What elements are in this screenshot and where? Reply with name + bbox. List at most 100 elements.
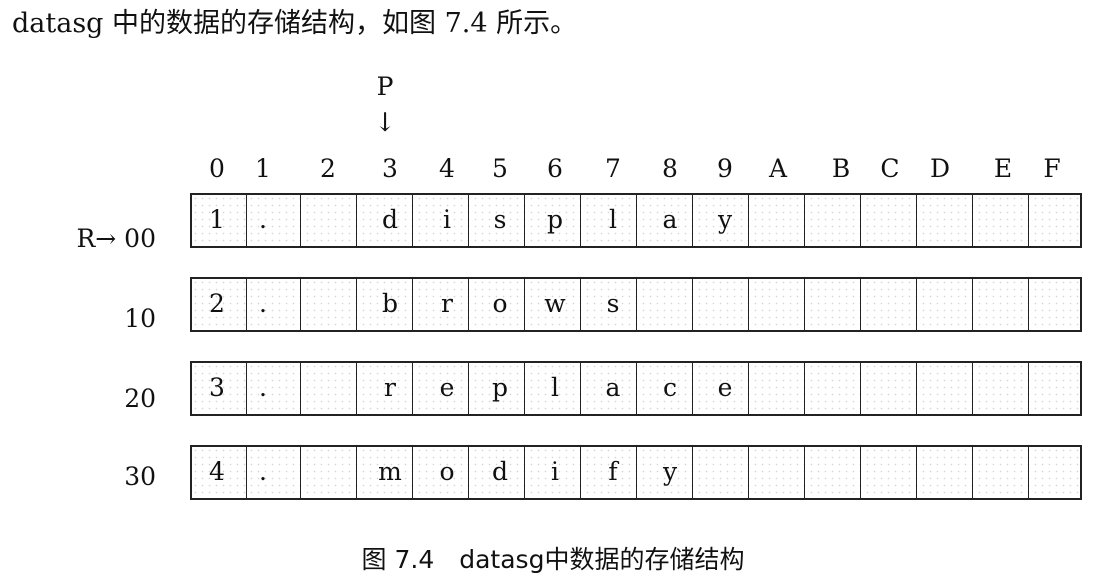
cell-divider xyxy=(636,447,637,498)
memory-cell: p xyxy=(491,373,508,402)
cell-divider xyxy=(692,279,693,330)
cell-divider xyxy=(580,447,581,498)
cell-divider xyxy=(748,447,749,498)
cell-divider xyxy=(356,279,357,330)
cell-divider xyxy=(580,363,581,414)
column-header-3: 3 xyxy=(382,154,398,183)
row-label: 30 xyxy=(124,462,156,491)
column-header-b: B xyxy=(831,154,851,183)
cell-divider xyxy=(1028,195,1029,246)
cell-divider xyxy=(916,195,917,246)
cell-divider xyxy=(860,447,861,498)
cell-divider xyxy=(692,363,693,414)
cell-divider xyxy=(692,447,693,498)
pointer-p-arrow-icon: ↓ xyxy=(374,108,396,138)
cell-divider xyxy=(468,447,469,498)
cell-divider xyxy=(860,363,861,414)
memory-cell: . xyxy=(259,457,267,486)
cell-divider xyxy=(580,279,581,330)
memory-row: 3. r e p l a c e xyxy=(190,361,1082,416)
memory-cell: . xyxy=(259,205,267,234)
column-header-d: D xyxy=(929,154,951,183)
cell-divider xyxy=(468,195,469,246)
intro-text: datasg 中的数据的存储结构，如图 7.4 所示。 xyxy=(12,8,578,39)
memory-cell: a xyxy=(662,205,678,234)
column-header-8: 8 xyxy=(662,154,678,183)
cell-divider xyxy=(972,279,973,330)
memory-cell: o xyxy=(492,289,508,318)
cell-divider xyxy=(524,363,525,414)
cell-divider xyxy=(804,195,805,246)
row-label: R→ 00 xyxy=(76,224,156,253)
memory-cell: d xyxy=(381,205,398,234)
row-label: 10 xyxy=(124,304,156,333)
memory-cell: m xyxy=(378,457,402,486)
cell-divider xyxy=(916,363,917,414)
cell-divider xyxy=(356,195,357,246)
memory-cell: y xyxy=(662,457,678,486)
memory-cell: s xyxy=(493,205,507,234)
cell-divider xyxy=(636,363,637,414)
memory-cell: i xyxy=(443,205,451,234)
memory-row: 2. b r o w s xyxy=(190,277,1082,332)
memory-cell: c xyxy=(662,373,677,402)
cell-divider xyxy=(636,195,637,246)
memory-cell: r xyxy=(384,373,396,402)
column-header-0: 0 xyxy=(209,154,225,183)
column-header-1: 1 xyxy=(255,154,271,183)
memory-cell: . xyxy=(259,373,267,402)
cell-divider xyxy=(1028,279,1029,330)
memory-cell: r xyxy=(441,289,453,318)
column-header-2: 2 xyxy=(320,154,336,183)
memory-cell: s xyxy=(606,289,620,318)
cell-divider xyxy=(972,363,973,414)
column-header-7: 7 xyxy=(605,154,621,183)
column-header-a: A xyxy=(768,154,788,183)
memory-cell: l xyxy=(609,205,617,234)
cell-divider xyxy=(692,195,693,246)
cell-divider xyxy=(748,195,749,246)
memory-cell: f xyxy=(608,457,618,486)
cell-divider xyxy=(972,195,973,246)
cell-divider xyxy=(300,363,301,414)
memory-row: 1. d i s p l a y xyxy=(190,193,1082,248)
memory-cell: . xyxy=(259,289,267,318)
column-header-e: E xyxy=(993,154,1013,183)
memory-cell: l xyxy=(551,373,559,402)
memory-cell: o xyxy=(439,457,455,486)
memory-cell: 1 xyxy=(209,205,225,234)
memory-cell: 3 xyxy=(209,373,225,402)
cell-divider xyxy=(412,447,413,498)
cell-divider xyxy=(804,363,805,414)
cell-divider xyxy=(524,447,525,498)
memory-cell: 2 xyxy=(209,289,225,318)
cell-divider xyxy=(300,195,301,246)
cell-divider xyxy=(860,279,861,330)
cell-divider xyxy=(412,279,413,330)
cell-divider xyxy=(636,279,637,330)
column-header-4: 4 xyxy=(439,154,455,183)
cell-divider xyxy=(412,195,413,246)
cell-divider xyxy=(1028,447,1029,498)
row-label: 20 xyxy=(124,384,156,413)
cell-divider xyxy=(468,363,469,414)
cell-divider xyxy=(916,279,917,330)
memory-cell: d xyxy=(491,457,508,486)
column-header-9: 9 xyxy=(717,154,733,183)
cell-divider xyxy=(524,195,525,246)
cell-divider xyxy=(524,279,525,330)
memory-cell: b xyxy=(381,289,398,318)
cell-divider xyxy=(580,195,581,246)
column-header-5: 5 xyxy=(492,154,508,183)
cell-divider xyxy=(804,447,805,498)
figure-caption: 图 7.4 datasg中数据的存储结构 xyxy=(361,545,745,574)
cell-divider xyxy=(972,447,973,498)
memory-cell: i xyxy=(551,457,559,486)
memory-row: 4. m o d i f y xyxy=(190,445,1082,500)
cell-divider xyxy=(860,195,861,246)
cell-divider xyxy=(916,447,917,498)
cell-divider xyxy=(412,363,413,414)
cell-divider xyxy=(300,279,301,330)
memory-cell: 4 xyxy=(209,457,225,486)
memory-cell: e xyxy=(717,373,733,402)
